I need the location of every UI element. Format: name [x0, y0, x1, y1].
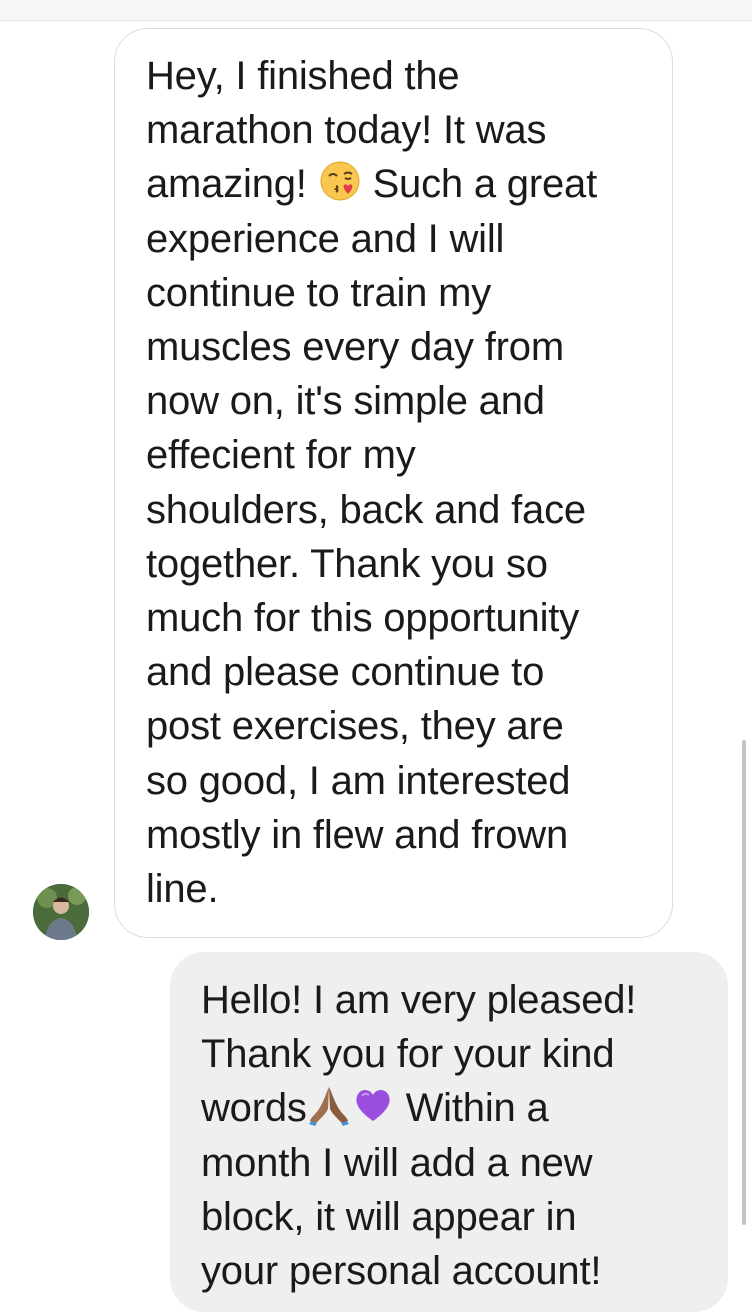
message-line: Hey, I finished the: [146, 54, 460, 98]
message-line: much for this opportunity: [146, 596, 579, 641]
message-line: effecient for my: [146, 433, 416, 478]
message-line: now on, it's simple and: [146, 379, 545, 424]
folded-hands-icon: [308, 1087, 349, 1127]
user-avatar-photo-icon: [33, 884, 89, 940]
outgoing-message-text: Hello! I am very pleased! Thank you for …: [201, 973, 721, 1298]
message-line: mostly in flew and frown: [146, 812, 569, 857]
message-line: experience and I will: [146, 216, 505, 261]
message-line-with-emoji: words Within a: [201, 1081, 721, 1135]
scrollbar[interactable]: [742, 740, 746, 1225]
message-line-part: Within a: [405, 1086, 549, 1131]
purple-heart-icon: [356, 1090, 390, 1122]
message-line: your personal account!: [201, 1249, 602, 1294]
message-line-part: words: [201, 1086, 307, 1131]
incoming-message-text: Hey, I finished the marathon today! It w…: [146, 49, 656, 916]
sender-avatar[interactable]: [33, 884, 89, 940]
message-line: and please continue to: [146, 650, 545, 695]
message-line: so good, I am interested: [146, 758, 571, 803]
face-blowing-a-kiss-icon: [320, 161, 360, 201]
message-line: together. Thank you so: [146, 541, 548, 586]
message-line: Thank you for your kind: [201, 1032, 615, 1077]
top-edge-bar: [0, 0, 752, 21]
message-line-part: amazing!: [146, 162, 307, 207]
message-line-with-emoji: amazing! Such a great: [146, 157, 656, 211]
message-line: block, it will appear in: [201, 1194, 577, 1239]
message-line: muscles every day from: [146, 325, 564, 370]
message-line-part: Such a great: [372, 162, 598, 207]
message-line: shoulders, back and face: [146, 487, 586, 532]
message-line: Hello! I am very pleased!: [201, 978, 637, 1022]
message-line: month I will add a new: [201, 1140, 593, 1185]
message-line: line.: [146, 867, 219, 912]
message-line: continue to train my: [146, 270, 492, 315]
message-line: post exercises, they are: [146, 704, 564, 749]
message-line: marathon today! It was: [146, 108, 547, 153]
